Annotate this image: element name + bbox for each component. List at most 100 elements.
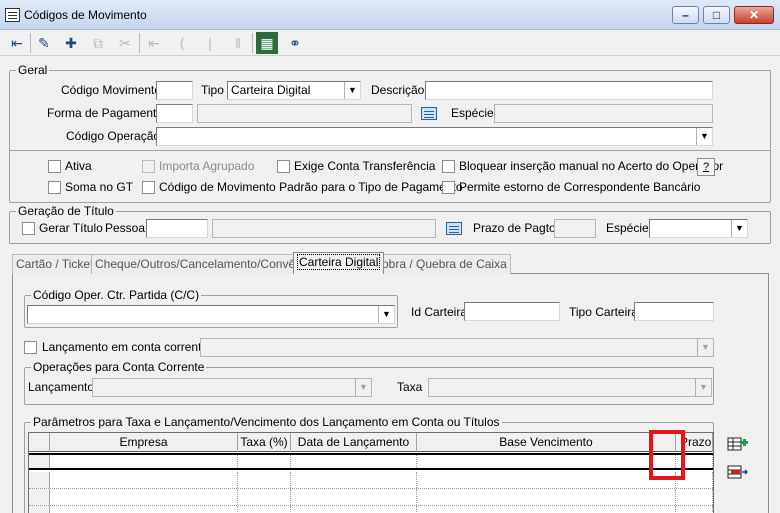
grid-header-taxa[interactable]: Taxa (%) xyxy=(238,433,291,452)
exit-button[interactable]: ⇤ xyxy=(6,32,28,54)
chevron-down-icon[interactable]: ▼ xyxy=(697,339,713,356)
id-carteira-label: Id Carteira xyxy=(411,305,468,319)
chevron-down-icon[interactable]: ▼ xyxy=(378,306,394,323)
new-record-button[interactable]: ✚ xyxy=(60,32,82,54)
grid-header-empresa[interactable]: Empresa xyxy=(50,433,238,452)
search-button[interactable]: ⚭ xyxy=(284,32,306,54)
first-button[interactable]: ⇤ xyxy=(143,32,165,54)
tab-cheque-outros[interactable]: Cheque/Outros/Cancelamento/Convênio xyxy=(91,254,316,274)
geracao-especie-select[interactable]: ▼ xyxy=(649,219,748,238)
minimize-icon: – xyxy=(682,8,689,22)
permite-estorno-checkbox[interactable] xyxy=(442,181,455,194)
permite-estorno-label: Permite estorno de Correspondente Bancár… xyxy=(459,180,701,194)
maximize-icon: □ xyxy=(712,8,721,22)
codigo-operacao-select[interactable]: ▼ xyxy=(156,127,713,146)
eraser-button[interactable]: ✎ xyxy=(33,32,55,54)
forma-pagamento-code-input[interactable] xyxy=(156,104,193,123)
add-row-button[interactable] xyxy=(725,432,751,456)
toolbar-separator xyxy=(30,33,31,53)
toolbar-separator xyxy=(252,33,253,53)
row-indicator xyxy=(29,472,50,488)
tipo-value: Carteira Digital xyxy=(231,83,311,97)
window: Códigos de Movimento – □ ✕ ⇤ ✎ ✚ ⧉ ✂ ⇤ ⟨… xyxy=(0,0,780,513)
importa-agrupado-checkbox[interactable] xyxy=(142,160,155,173)
lancamento-select[interactable]: ▼ xyxy=(92,378,372,397)
codigo-oper-select[interactable]: ▼ xyxy=(27,305,395,324)
ativa-checkbox[interactable] xyxy=(48,160,61,173)
lancamento-cc-select[interactable]: ▼ xyxy=(200,338,714,357)
chevron-down-icon[interactable]: ▼ xyxy=(731,220,747,237)
chevron-down-icon[interactable]: ▼ xyxy=(695,379,711,396)
first-icon: ⇤ xyxy=(148,34,160,51)
close-button[interactable]: ✕ xyxy=(734,6,774,24)
chevron-down-icon[interactable]: ▼ xyxy=(344,82,360,99)
table-row[interactable] xyxy=(29,489,713,506)
table-row[interactable] xyxy=(29,472,713,489)
chevron-down-icon[interactable]: ▼ xyxy=(355,379,371,396)
codigo-oper-title: Código Oper. Ctr. Partida (C/C) xyxy=(31,288,202,302)
tipo-label: Tipo xyxy=(201,83,224,97)
add-row-icon xyxy=(727,437,748,451)
soma-gt-checkbox[interactable] xyxy=(48,181,61,194)
grid-header-indicator xyxy=(29,433,50,452)
row-indicator xyxy=(29,455,50,468)
tipo-select[interactable]: Carteira Digital ▼ xyxy=(227,81,361,100)
window-title: Códigos de Movimento xyxy=(24,8,147,22)
soma-gt-label: Soma no GT xyxy=(65,180,134,194)
parametros-grid[interactable]: Empresa Taxa (%) Data de Lançamento Base… xyxy=(28,432,714,513)
lancamento-cc-checkbox[interactable] xyxy=(24,341,37,354)
pause-button[interactable]: ‖ xyxy=(227,32,249,54)
geracao-especie-label: Espécie xyxy=(606,221,649,235)
grid-header-data-lancamento[interactable]: Data de Lançamento xyxy=(291,433,417,452)
tab-carteira-digital[interactable]: Carteira Digital xyxy=(293,252,385,274)
copy-icon: ⧉ xyxy=(93,34,103,51)
remove-row-button[interactable] xyxy=(725,460,751,484)
tipo-carteira-input[interactable] xyxy=(634,302,714,321)
list-icon xyxy=(446,221,462,235)
remove-row-icon xyxy=(727,465,749,479)
forma-pagamento-lookup-button[interactable] xyxy=(419,104,439,122)
prev-button[interactable]: ⟨ xyxy=(171,32,193,54)
copy-button[interactable]: ⧉ xyxy=(87,32,109,54)
binoculars-icon: ⚭ xyxy=(289,34,301,51)
help-button[interactable]: ? xyxy=(697,158,715,176)
pessoa-code-input[interactable] xyxy=(146,219,208,238)
tab-sobra-quebra[interactable]: Sobra / Quebra de Caixa xyxy=(370,254,511,274)
grid-button[interactable]: ▦ xyxy=(256,32,278,54)
bloquear-checkbox[interactable] xyxy=(442,160,455,173)
next-button[interactable]: | xyxy=(199,32,221,54)
table-row[interactable] xyxy=(29,453,713,470)
geral-title: Geral xyxy=(16,63,50,77)
table-row[interactable] xyxy=(29,506,713,513)
grid-header-base-vencimento[interactable]: Base Vencimento xyxy=(417,433,676,452)
cut-button[interactable]: ✂ xyxy=(114,32,136,54)
codigo-padrao-label: Código de Movimento Padrão para o Tipo d… xyxy=(159,180,463,194)
chevron-down-icon[interactable]: ▼ xyxy=(696,128,712,145)
tipo-carteira-label: Tipo Carteira xyxy=(569,305,638,319)
eraser-icon: ✎ xyxy=(38,34,50,51)
ativa-label: Ativa xyxy=(65,159,92,173)
pipe-icon: | xyxy=(208,35,212,51)
pessoa-name xyxy=(212,219,436,238)
codigo-movimento-input[interactable] xyxy=(156,81,193,100)
exige-conta-checkbox[interactable] xyxy=(277,160,290,173)
app-icon xyxy=(5,8,20,22)
id-carteira-input[interactable] xyxy=(464,302,560,321)
codigo-movimento-label: Código Movimento xyxy=(61,83,162,97)
parametros-title: Parâmetros para Taxa e Lançamento/Vencim… xyxy=(31,415,502,429)
importa-agrupado-label: Importa Agrupado xyxy=(159,159,255,173)
operacoes-title: Operações para Conta Corrente xyxy=(31,360,207,374)
descricao-input[interactable] xyxy=(425,81,713,100)
codigo-padrao-checkbox[interactable] xyxy=(142,181,155,194)
pause-icon: ‖ xyxy=(235,35,241,51)
taxa-select[interactable]: ▼ xyxy=(428,378,712,397)
tab-cartao-ticket[interactable]: Cartão / Ticket xyxy=(12,254,98,274)
toolbar-separator xyxy=(139,33,140,53)
new-record-icon: ✚ xyxy=(65,34,77,51)
minimize-button[interactable]: – xyxy=(672,6,699,24)
maximize-button[interactable]: □ xyxy=(703,6,730,24)
pessoa-lookup-button[interactable] xyxy=(444,219,464,237)
bloquear-label: Bloquear inserção manual no Acerto do Op… xyxy=(459,159,724,173)
exige-conta-label: Exige Conta Transferência xyxy=(294,159,436,173)
gerar-titulo-checkbox[interactable] xyxy=(22,222,35,235)
